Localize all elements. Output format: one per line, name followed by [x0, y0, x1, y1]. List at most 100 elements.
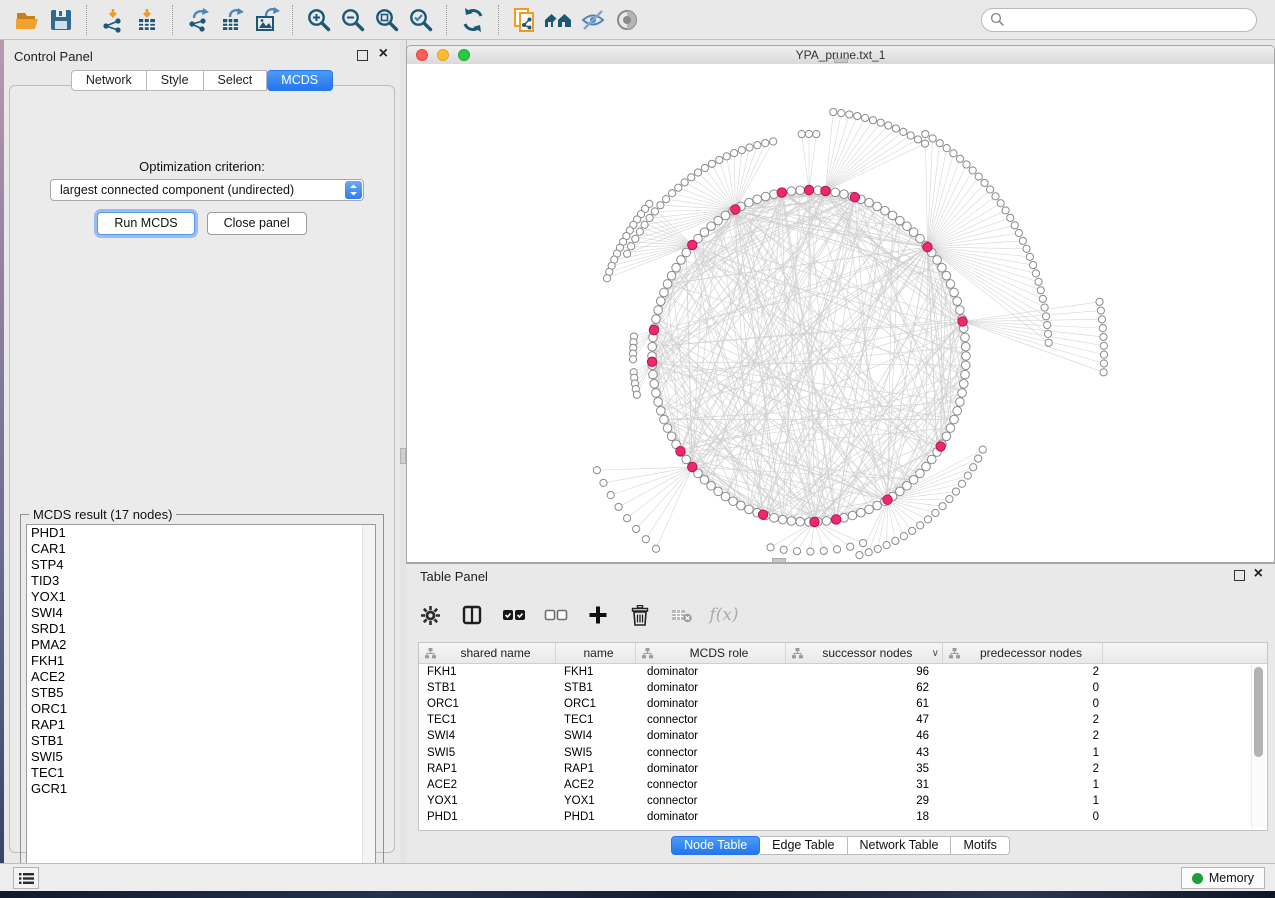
control-panel: Control Panel × NetworkStyleSelectMCDS O… — [4, 40, 400, 863]
clone-network-icon[interactable] — [508, 5, 542, 35]
memory-status-dot — [1192, 873, 1203, 884]
tab-edge-table[interactable]: Edge Table — [760, 836, 847, 855]
memory-label: Memory — [1209, 871, 1254, 885]
tab-select[interactable]: Select — [204, 70, 268, 91]
open-file-icon[interactable] — [10, 5, 44, 35]
mcds-result-item[interactable]: ACE2 — [27, 669, 375, 685]
import-table-icon[interactable] — [130, 5, 164, 35]
tab-network[interactable]: Network — [71, 70, 147, 91]
splitter-handle-top[interactable] — [834, 58, 848, 63]
mcds-result-title: MCDS result (17 nodes) — [29, 507, 176, 522]
show-columns-icon[interactable] — [460, 603, 484, 627]
table-row[interactable]: ORC1ORC1dominator610 — [419, 696, 1267, 712]
table-row[interactable]: STB1STB1dominator620 — [419, 680, 1267, 696]
mcds-result-item[interactable]: CAR1 — [27, 541, 375, 557]
control-panel-tabs: NetworkStyleSelectMCDS — [4, 70, 400, 91]
node-table[interactable]: shared namenameMCDS rolesuccessor nodes∨… — [418, 642, 1268, 831]
export-table-icon[interactable] — [216, 5, 250, 35]
network-graph[interactable] — [407, 64, 1274, 562]
table-scrollbar-thumb[interactable] — [1254, 667, 1263, 757]
table-row[interactable]: FKH1FKH1dominator962 — [419, 664, 1267, 680]
column-header-shared-name[interactable]: shared name — [419, 643, 556, 663]
memory-button[interactable]: Memory — [1181, 867, 1265, 889]
close-table-panel-icon[interactable]: × — [1254, 565, 1263, 583]
criterion-value: largest connected component (undirected) — [60, 183, 294, 197]
table-row[interactable]: ACE2ACE2connector311 — [419, 777, 1267, 793]
search-sites-icon[interactable] — [542, 5, 576, 35]
zoom-out-icon[interactable] — [336, 5, 370, 35]
table-panel-title: Table Panel — [420, 569, 488, 584]
close-panel-icon[interactable]: × — [379, 45, 388, 63]
delete-column-icon[interactable] — [628, 603, 652, 627]
tab-style[interactable]: Style — [147, 70, 204, 91]
tab-mcds[interactable]: MCDS — [267, 70, 333, 91]
zoom-in-icon[interactable] — [302, 5, 336, 35]
criterion-select[interactable]: largest connected component (undirected) — [50, 179, 364, 201]
add-column-icon[interactable] — [586, 603, 610, 627]
mcds-result-item[interactable]: SWI5 — [27, 749, 375, 765]
table-row[interactable]: PHD1PHD1dominator180 — [419, 809, 1267, 825]
mcds-result-item[interactable]: TID3 — [27, 573, 375, 589]
column-header-name[interactable]: name — [556, 643, 636, 663]
table-row[interactable]: RAP1RAP1dominator352 — [419, 761, 1267, 777]
mcds-tab-content: Optimization criterion: largest connecte… — [9, 85, 395, 853]
mcds-result-item[interactable]: ORC1 — [27, 701, 375, 717]
mcds-result-item[interactable]: TEC1 — [27, 765, 375, 781]
save-session-icon[interactable] — [44, 5, 78, 35]
refresh-layout-icon[interactable] — [456, 5, 490, 35]
search-box[interactable] — [981, 8, 1257, 32]
task-history-button[interactable] — [13, 867, 39, 889]
select-stepper-icon — [345, 181, 362, 199]
hide-details-icon[interactable] — [576, 5, 610, 35]
table-row[interactable]: SWI4SWI4dominator462 — [419, 728, 1267, 744]
control-panel-header: Control Panel × — [4, 48, 400, 66]
table-row[interactable]: YOX1YOX1connector291 — [419, 793, 1267, 809]
toolbar-separator — [292, 5, 294, 35]
mcds-result-list[interactable]: PHD1CAR1STP4TID3YOX1SWI4SRD1PMA2FKH1ACE2… — [26, 524, 376, 876]
mcds-result-item[interactable]: STP4 — [27, 557, 375, 573]
import-network-icon[interactable] — [96, 5, 130, 35]
show-details-icon[interactable] — [610, 5, 644, 35]
column-header-predecessor-nodes[interactable]: predecessor nodes — [943, 643, 1103, 663]
function-builder-icon-disabled: f(x) — [712, 603, 736, 627]
deselect-all-icon[interactable] — [544, 603, 568, 627]
mcds-result-item[interactable]: SWI4 — [27, 605, 375, 621]
tab-network-table[interactable]: Network Table — [848, 836, 952, 855]
mcds-result-item[interactable]: GCR1 — [27, 781, 375, 797]
mcds-result-item[interactable]: YOX1 — [27, 589, 375, 605]
close-panel-button[interactable]: Close panel — [207, 212, 307, 235]
mcds-result-item[interactable]: PHD1 — [27, 525, 375, 541]
mcds-result-item[interactable]: RAP1 — [27, 717, 375, 733]
list-icon — [19, 872, 34, 885]
mcds-result-item[interactable]: STB5 — [27, 685, 375, 701]
float-panel-icon[interactable] — [357, 50, 368, 61]
mcds-result-item[interactable]: FKH1 — [27, 653, 375, 669]
application-window: Control Panel × NetworkStyleSelectMCDS O… — [0, 0, 1275, 898]
table-panel: Table Panel × — [406, 563, 1275, 863]
select-all-icon[interactable] — [502, 603, 526, 627]
toolbar-separator — [86, 5, 88, 35]
zoom-fit-icon[interactable] — [370, 5, 404, 35]
tab-motifs[interactable]: Motifs — [951, 836, 1009, 855]
toolbar-separator — [498, 5, 500, 35]
export-image-icon[interactable] — [250, 5, 284, 35]
table-scrollbar[interactable] — [1251, 665, 1265, 828]
column-header-successor-nodes[interactable]: successor nodes∨ — [786, 643, 943, 663]
export-network-icon[interactable] — [182, 5, 216, 35]
node-table-body: FKH1FKH1dominator962STB1STB1dominator620… — [419, 664, 1267, 825]
mcds-result-item[interactable]: PMA2 — [27, 637, 375, 653]
zoom-selected-icon[interactable] — [404, 5, 438, 35]
float-table-panel-icon[interactable] — [1234, 570, 1245, 581]
table-row[interactable]: SWI5SWI5connector431 — [419, 744, 1267, 760]
delete-table-icon-disabled — [670, 603, 694, 627]
mcds-list-scrollbar[interactable] — [362, 525, 375, 875]
mcds-result-item[interactable]: SRD1 — [27, 621, 375, 637]
search-input[interactable] — [1005, 12, 1248, 28]
table-settings-gear-icon[interactable] — [418, 603, 442, 627]
tab-node-table[interactable]: Node Table — [671, 836, 760, 855]
run-mcds-button[interactable]: Run MCDS — [97, 212, 194, 235]
mcds-result-item[interactable]: STB1 — [27, 733, 375, 749]
network-canvas[interactable] — [407, 64, 1274, 562]
column-header-MCDS-role[interactable]: MCDS role — [636, 643, 786, 663]
table-row[interactable]: TEC1TEC1connector472 — [419, 712, 1267, 728]
